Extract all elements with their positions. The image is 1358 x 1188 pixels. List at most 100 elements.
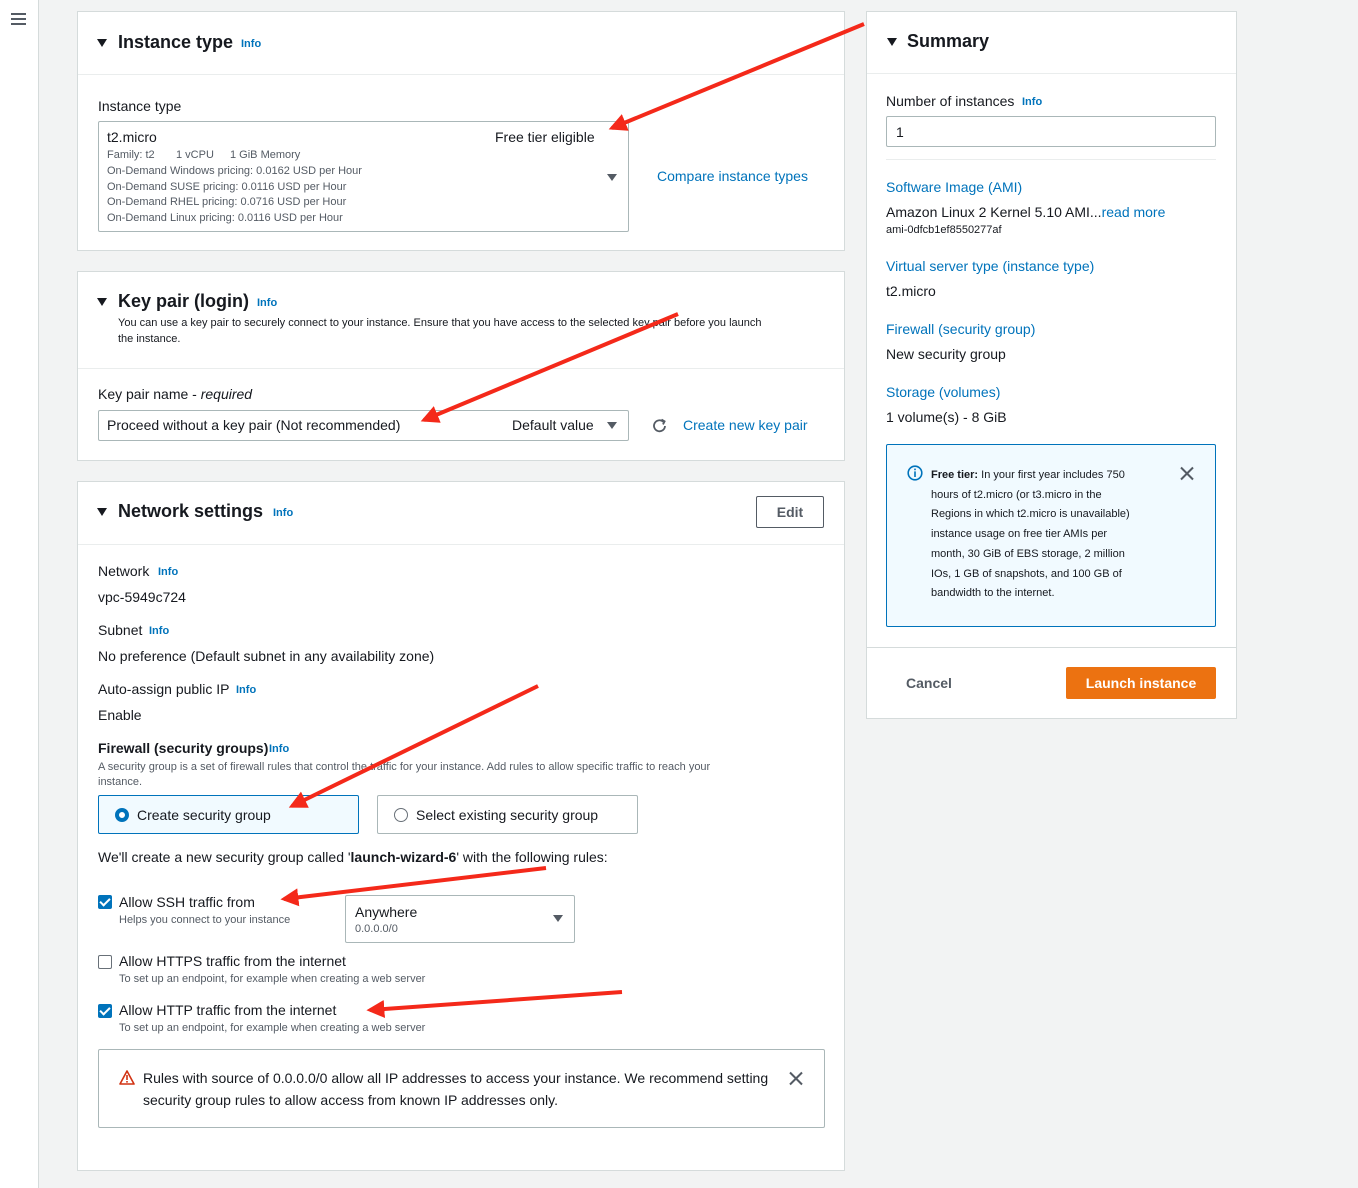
pricing-line: On-Demand Windows pricing: 0.0162 USD pe… (107, 165, 362, 177)
info-link[interactable]: Info (269, 743, 289, 755)
option-existing-security-group[interactable]: Select existing security group (377, 795, 638, 834)
dropdown-caret-icon (553, 915, 563, 922)
dropdown-caret-icon (607, 422, 617, 429)
public-ip-value: Enable (98, 707, 142, 723)
warning-icon (119, 1070, 135, 1085)
subnet-value: No preference (Default subnet in any ava… (98, 648, 435, 664)
collapse-caret-icon[interactable] (97, 508, 107, 516)
section-title: Network settings (118, 501, 264, 521)
info-link[interactable]: Info (1022, 96, 1042, 108)
section-title: Key pair (login) (118, 291, 250, 311)
info-circle-icon (907, 465, 923, 481)
pricing-line: On-Demand SUSE pricing: 0.0116 USD per H… (107, 181, 347, 193)
summary-footer-divider (867, 647, 1236, 648)
firewall-label: Firewall (security groups) (98, 740, 269, 756)
info-link[interactable]: Info (236, 684, 256, 696)
http-checkbox[interactable] (98, 1004, 112, 1018)
info-link[interactable]: Info (158, 566, 178, 578)
firewall-description: instance. (98, 776, 143, 788)
launch-instance-button[interactable]: Launch instance (1066, 667, 1216, 699)
warning-alert: Rules with source of 0.0.0.0/0 allow all… (98, 1049, 825, 1128)
section-title: Instance type (118, 32, 234, 52)
http-help: To set up an endpoint, for example when … (119, 1022, 426, 1034)
collapse-caret-icon[interactable] (887, 38, 897, 46)
info-link[interactable]: Info (149, 625, 169, 637)
read-more-link[interactable]: read more (1102, 204, 1166, 220)
radio-selected[interactable] (115, 808, 129, 822)
firewall-description: A security group is a set of firewall ru… (98, 761, 711, 773)
network-settings-header[interactable]: Network settings Info Edit (78, 482, 844, 545)
instances-input[interactable]: 1 (886, 116, 1216, 147)
https-help: To set up an endpoint, for example when … (119, 973, 426, 985)
key-pair-field-label: Key pair name - required (98, 386, 253, 402)
warning-text: Rules with source of 0.0.0.0/0 allow all… (143, 1070, 769, 1086)
network-value: vpc-5949c724 (98, 589, 186, 605)
ssh-source-select[interactable]: Anywhere 0.0.0.0/0 (345, 895, 575, 943)
info-link[interactable]: Info (273, 507, 293, 519)
https-checkbox[interactable] (98, 955, 112, 969)
ssh-label: Allow SSH traffic from (119, 894, 255, 910)
collapse-caret-icon[interactable] (97, 39, 107, 47)
divider (886, 159, 1216, 160)
info-link[interactable]: Info (257, 297, 277, 309)
key-pair-description: the instance. (118, 333, 181, 345)
firewall-value: New security group (886, 346, 1006, 362)
edit-button[interactable]: Edit (756, 496, 824, 528)
instance-type-select[interactable]: t2.micro Free tier eligible Family: t2 1… (98, 121, 629, 232)
instance-type-panel: Instance type Info Instance type t2.micr… (77, 11, 845, 251)
default-value-tag: Default value (512, 417, 594, 433)
instance-type-name: t2.micro (107, 129, 157, 145)
free-tier-badge: Free tier eligible (495, 129, 595, 145)
instances-label: Number of instances (886, 93, 1015, 109)
key-pair-panel: Key pair (login) Info You can use a key … (77, 271, 845, 461)
key-pair-selected: Proceed without a key pair (Not recommen… (107, 417, 401, 433)
ami-value: Amazon Linux 2 Kernel 5.10 AMI...read mo… (886, 204, 1166, 220)
create-new-key-pair-link[interactable]: Create new key pair (683, 417, 808, 433)
free-tier-alert: Free tier: In your first year includes 7… (886, 444, 1216, 627)
ssh-help: Helps you connect to your instance (119, 914, 291, 926)
warning-text: security group rules to allow access fro… (143, 1092, 559, 1108)
ssh-source-cidr: 0.0.0.0/0 (355, 923, 398, 935)
ssh-source: Anywhere (355, 904, 418, 920)
instance-type-field-label: Instance type (98, 98, 182, 114)
dropdown-caret-icon (607, 174, 617, 181)
instance-type-header[interactable]: Instance type Info (78, 12, 844, 75)
close-icon[interactable] (1180, 466, 1194, 480)
option-label: Create security group (137, 807, 271, 823)
key-pair-select[interactable]: Proceed without a key pair (Not recommen… (98, 410, 629, 441)
option-label: Select existing security group (416, 807, 599, 823)
radio-unselected[interactable] (394, 808, 408, 822)
instance-vcpu: 1 vCPU (176, 149, 214, 161)
free-tier-text: Free tier: In your first year includes 7… (931, 469, 1130, 600)
info-link[interactable]: Info (241, 38, 261, 50)
option-create-security-group[interactable]: Create security group (98, 795, 359, 834)
network-label: Network (98, 563, 150, 579)
server-type-link[interactable]: Virtual server type (instance type) (886, 258, 1094, 274)
close-icon[interactable] (789, 1071, 803, 1085)
compare-instance-types-link[interactable]: Compare instance types (657, 168, 808, 184)
instances-value: 1 (896, 124, 904, 140)
network-settings-panel: Network settings Info Edit Network Info … (77, 481, 845, 1171)
instance-memory: 1 GiB Memory (230, 149, 301, 161)
firewall-link[interactable]: Firewall (security group) (886, 321, 1035, 337)
cancel-button[interactable]: Cancel (890, 668, 968, 699)
ami-id: ami-0dfcb1ef8550277af (886, 224, 1002, 236)
ssh-checkbox[interactable] (98, 895, 112, 909)
collapse-caret-icon[interactable] (97, 298, 107, 306)
refresh-icon[interactable] (651, 417, 669, 435)
pricing-line: On-Demand Linux pricing: 0.0116 USD per … (107, 212, 343, 224)
key-pair-header[interactable]: Key pair (login) Info You can use a key … (78, 272, 844, 369)
instance-family: Family: t2 (107, 149, 155, 161)
menu-icon[interactable] (11, 13, 26, 25)
https-label: Allow HTTPS traffic from the internet (119, 953, 346, 969)
http-label: Allow HTTP traffic from the internet (119, 1002, 337, 1018)
subnet-label: Subnet (98, 622, 143, 638)
ami-link[interactable]: Software Image (AMI) (886, 179, 1022, 195)
key-pair-description: You can use a key pair to securely conne… (118, 317, 762, 329)
summary-header[interactable]: Summary (867, 12, 1236, 74)
summary-title: Summary (907, 31, 990, 51)
storage-link[interactable]: Storage (volumes) (886, 384, 1000, 400)
pricing-line: On-Demand RHEL pricing: 0.0716 USD per H… (107, 196, 347, 208)
security-group-note: We'll create a new security group called… (98, 849, 608, 865)
storage-value: 1 volume(s) - 8 GiB (886, 409, 1007, 425)
